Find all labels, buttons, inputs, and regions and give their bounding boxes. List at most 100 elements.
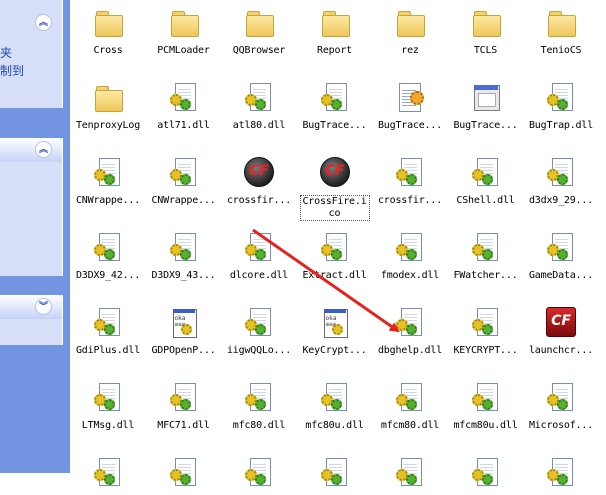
dll-file-icon[interactable] [545, 381, 577, 413]
file-item[interactable]: PCMLoader [146, 6, 222, 57]
folder-icon[interactable] [92, 6, 124, 38]
task-panel-1-line-2[interactable]: 制到 [0, 62, 62, 80]
file-name-label[interactable]: dlcore.dll [221, 270, 297, 282]
dll-file-icon[interactable] [92, 156, 124, 188]
file-item[interactable]: Microsof... [523, 381, 599, 432]
file-item[interactable] [523, 456, 599, 495]
dll-file-icon[interactable] [394, 306, 426, 338]
file-name-label[interactable]: BugTrace... [297, 120, 373, 132]
dll-file-icon[interactable] [243, 306, 275, 338]
dll-file-icon[interactable] [470, 156, 502, 188]
dll-file-icon[interactable] [92, 456, 124, 488]
file-item[interactable]: BugTrace... [297, 81, 373, 132]
file-name-label[interactable]: GdiPlus.dll [70, 345, 146, 357]
file-name-label[interactable]: GameData... [523, 270, 599, 282]
file-item[interactable]: TenproxyLog [70, 81, 146, 132]
file-item[interactable]: mfcm80.dll [372, 381, 448, 432]
dll-file-icon[interactable] [168, 456, 200, 488]
folder-icon[interactable] [545, 6, 577, 38]
file-item[interactable]: FWatcher... [448, 231, 524, 282]
file-name-label[interactable]: GDPOpenP... [146, 345, 222, 357]
collapse-up-icon[interactable]: ︽ [35, 14, 52, 31]
dll-file-icon[interactable] [470, 306, 502, 338]
file-item[interactable]: CShell.dll [448, 156, 524, 207]
file-name-label[interactable]: Cross [70, 45, 146, 57]
expand-down-icon[interactable]: ︾ [35, 298, 52, 315]
file-name-label[interactable]: LTMsg.dll [70, 420, 146, 432]
dll-file-icon[interactable] [394, 231, 426, 263]
file-item[interactable]: GameData... [523, 231, 599, 282]
file-name-label[interactable]: KEYCRYPT... [448, 345, 524, 357]
file-item[interactable]: mfc80u.dll [297, 381, 373, 432]
file-list-view[interactable]: Cross PCMLoader QQBrowser Report rez TCLS Teni… [70, 0, 606, 486]
file-item[interactable]: D3DX9_43... [146, 231, 222, 282]
file-item[interactable]: CF crossfir... [221, 156, 297, 207]
file-name-label[interactable]: crossfir... [372, 195, 448, 207]
dll-file-icon[interactable] [243, 81, 275, 113]
file-name-label[interactable]: CNWrappe... [70, 195, 146, 207]
file-name-label[interactable]: D3DX9_42... [70, 270, 146, 282]
dll-file-icon[interactable] [545, 81, 577, 113]
file-item[interactable] [372, 456, 448, 495]
dll-file-icon[interactable] [545, 456, 577, 488]
dll-file-icon[interactable] [319, 81, 351, 113]
file-item[interactable]: CF CrossFire.ico [297, 156, 373, 225]
file-name-label[interactable]: Microsof... [523, 420, 599, 432]
folder-icon[interactable] [470, 6, 502, 38]
dll-file-icon[interactable] [168, 156, 200, 188]
file-name-label[interactable]: CShell.dll [448, 195, 524, 207]
folder-icon[interactable] [92, 81, 124, 113]
file-item[interactable]: GdiPlus.dll [70, 306, 146, 357]
file-name-label[interactable]: iigwQQLo... [221, 345, 297, 357]
file-name-label[interactable]: BugTrace... [372, 120, 448, 132]
file-item[interactable]: rez [372, 6, 448, 57]
folder-icon[interactable] [319, 6, 351, 38]
file-item[interactable]: BugTrace... [448, 81, 524, 132]
dll-file-icon[interactable] [394, 156, 426, 188]
file-name-label[interactable]: rez [372, 45, 448, 57]
file-name-label[interactable]: KeyCrypt... [297, 345, 373, 357]
folder-icon[interactable] [394, 6, 426, 38]
file-item[interactable]: CF launchcr... [523, 306, 599, 357]
file-name-label[interactable]: atl71.dll [146, 120, 222, 132]
dll-file-icon[interactable] [319, 456, 351, 488]
file-item[interactable]: atl71.dll [146, 81, 222, 132]
dll-file-icon[interactable] [319, 381, 351, 413]
folder-icon[interactable] [243, 6, 275, 38]
dll-file-icon[interactable] [545, 231, 577, 263]
dll-file-icon[interactable] [243, 381, 275, 413]
file-item[interactable]: LTMsg.dll [70, 381, 146, 432]
dll-file-icon[interactable] [243, 456, 275, 488]
file-item[interactable]: TenioCS [523, 6, 599, 57]
file-name-label[interactable]: TCLS [448, 45, 524, 57]
file-item[interactable]: fmodex.dll [372, 231, 448, 282]
file-name-label[interactable]: mfcm80.dll [372, 420, 448, 432]
file-item[interactable]: d3dx9_29... [523, 156, 599, 207]
file-item[interactable] [448, 456, 524, 495]
file-name-label[interactable]: Extract.dll [297, 270, 373, 282]
dll-file-icon[interactable] [92, 306, 124, 338]
file-item[interactable]: dlcore.dll [221, 231, 297, 282]
file-item[interactable]: dbghelp.dll [372, 306, 448, 357]
file-name-label[interactable]: atl80.dll [221, 120, 297, 132]
file-name-label[interactable]: D3DX9_43... [146, 270, 222, 282]
file-item[interactable]: TCLS [448, 6, 524, 57]
file-name-label[interactable]: PCMLoader [146, 45, 222, 57]
file-item[interactable]: oka ≡≡≡ KeyCrypt... [297, 306, 373, 357]
file-name-label[interactable]: QQBrowser [221, 45, 297, 57]
file-item[interactable]: mfc80.dll [221, 381, 297, 432]
file-name-label[interactable]: CNWrappe... [146, 195, 222, 207]
application-window-icon[interactable]: oka ≡≡≡ [319, 306, 351, 338]
dll-file-icon[interactable] [394, 456, 426, 488]
file-item[interactable] [146, 456, 222, 495]
file-item[interactable]: Report [297, 6, 373, 57]
file-name-label[interactable]: BugTrap.dll [523, 120, 599, 132]
dll-file-icon[interactable] [319, 231, 351, 263]
dll-file-icon[interactable] [394, 381, 426, 413]
file-item[interactable]: QQBrowser [221, 6, 297, 57]
crossfire-logo-icon[interactable]: CF [319, 156, 351, 188]
crossfire-logo-icon[interactable]: CF [243, 156, 275, 188]
file-name-label[interactable]: Report [297, 45, 373, 57]
generic-file-icon[interactable] [394, 81, 426, 113]
file-item[interactable]: Extract.dll [297, 231, 373, 282]
